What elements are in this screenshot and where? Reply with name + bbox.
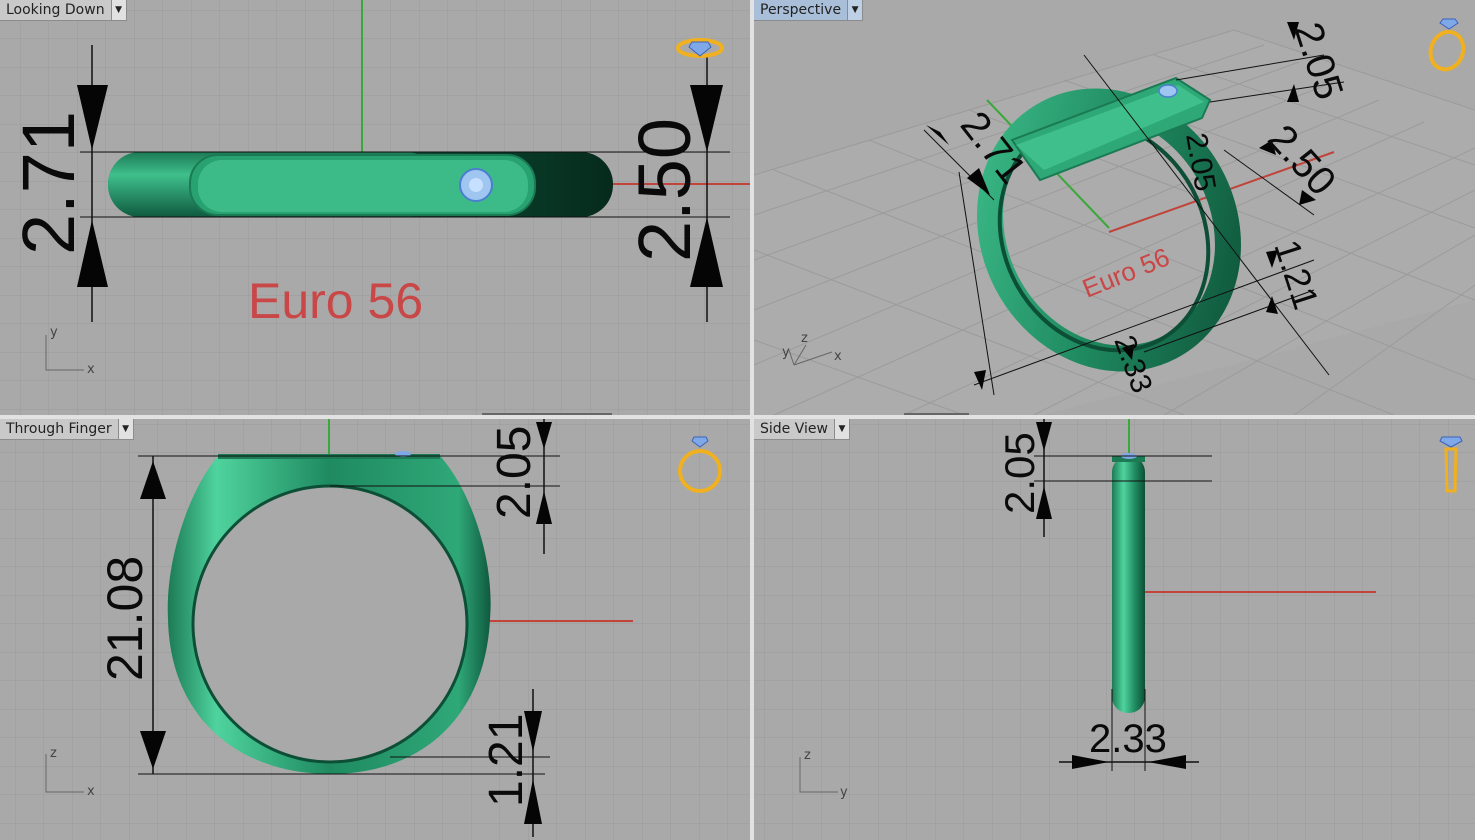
ring-side-view (1112, 453, 1145, 713)
dim-label-2-33: 2.33 (1089, 717, 1167, 761)
svg-text:z: z (801, 331, 808, 346)
ring-front-view (167, 451, 491, 774)
dim-label-2-50: 2.50 (623, 118, 706, 262)
dim-label-2-71: 2.71 (7, 111, 90, 255)
svg-text:y: y (50, 325, 58, 340)
viewport-title: Perspective (760, 2, 842, 18)
ring-top-view (108, 152, 613, 217)
svg-text:z: z (804, 748, 811, 763)
side-view-scene: 2.05 2.33 z y (754, 419, 1475, 840)
svg-text:y: y (782, 345, 790, 360)
viewport-dropdown-icon[interactable]: ▼ (833, 419, 849, 439)
ring-perspective-icon[interactable] (1425, 18, 1468, 74)
viewport-label-perspective[interactable]: Perspective ▼ (754, 0, 864, 21)
perspective-scene: 2.05 2.50 2.71 1.21 2.05 2.33 Euro 56 y … (754, 17, 1475, 415)
svg-text:y: y (840, 785, 848, 800)
viewport-label-looking-down[interactable]: Looking Down ▼ (0, 0, 127, 21)
viewport-looking-down[interactable]: 2.71 2.50 Euro 56 y x Looking Down ▼ (0, 0, 750, 415)
viewport-label-side-view[interactable]: Side View ▼ (754, 419, 850, 440)
looking-down-scene: 2.71 2.50 Euro 56 y x (0, 0, 750, 415)
size-label: Euro 56 (248, 273, 423, 329)
viewport-title: Looking Down (6, 2, 105, 18)
viewport-label-through-finger[interactable]: Through Finger ▼ (0, 419, 134, 440)
viewport-divider-vertical[interactable] (750, 0, 754, 840)
viewport-through-finger[interactable]: 21.08 2.05 1.21 z x Through Finger ▼ (0, 419, 750, 840)
dim-label-21-08: 21.08 (97, 556, 153, 681)
viewport-divider-horizontal[interactable] (0, 415, 1475, 419)
viewport-dropdown-icon[interactable]: ▼ (117, 419, 133, 439)
svg-text:x: x (87, 362, 95, 377)
svg-text:x: x (834, 349, 842, 364)
through-finger-scene: 21.08 2.05 1.21 z x (0, 419, 750, 840)
viewport-perspective[interactable]: 2.05 2.50 2.71 1.21 2.05 2.33 Euro 56 y … (754, 0, 1475, 415)
dim-label-1-21: 1.21 (480, 714, 533, 807)
viewport-side-view[interactable]: 2.05 2.33 z y Side View ▼ (754, 419, 1475, 840)
svg-text:z: z (50, 746, 57, 761)
viewport-title: Through Finger (6, 421, 112, 437)
viewport-title: Side View (760, 421, 828, 437)
dim-label-2-05: 2.05 (488, 426, 541, 519)
svg-text:x: x (87, 784, 95, 799)
viewport-dropdown-icon[interactable]: ▼ (847, 0, 863, 20)
dim-label-2-05: 2.05 (996, 432, 1043, 514)
viewport-dropdown-icon[interactable]: ▼ (110, 0, 126, 20)
